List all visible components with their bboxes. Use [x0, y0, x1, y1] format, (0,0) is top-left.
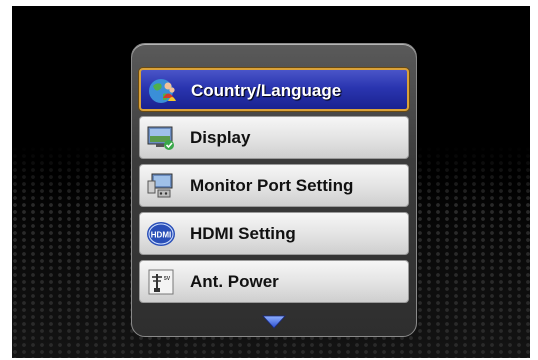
- menu-item-label: Ant. Power: [190, 272, 279, 291]
- menu-item-label: Monitor Port Setting: [190, 176, 354, 195]
- menu-item-display[interactable]: Display: [139, 116, 409, 159]
- monitor-port-icon: [147, 173, 173, 198]
- menu-item-label: Display: [190, 128, 251, 147]
- display-icon: [147, 126, 174, 150]
- svg-text:HDMI: HDMI: [151, 231, 171, 240]
- svg-text:5V: 5V: [164, 276, 171, 282]
- menu-item-ant-power[interactable]: 5V Ant. Power: [139, 260, 409, 303]
- menu-item-label: HDMI Setting: [190, 224, 296, 243]
- menu-item-monitor-port-setting[interactable]: Monitor Port Setting: [139, 164, 409, 207]
- hdmi-icon: HDMI: [147, 222, 175, 246]
- setup-menu-panel: Country/Language Display Monitor Port Se…: [131, 43, 417, 337]
- tv-screen: Country/Language Display Monitor Port Se…: [12, 6, 530, 358]
- antenna-power-icon: 5V: [148, 269, 174, 295]
- menu-item-country-language[interactable]: Country/Language: [139, 68, 409, 111]
- menu-item-hdmi-setting[interactable]: HDMI HDMI Setting: [139, 212, 409, 255]
- menu-item-label: Country/Language: [191, 81, 342, 100]
- globe-people-icon: [149, 79, 176, 103]
- scroll-down-arrow-icon[interactable]: [262, 315, 286, 329]
